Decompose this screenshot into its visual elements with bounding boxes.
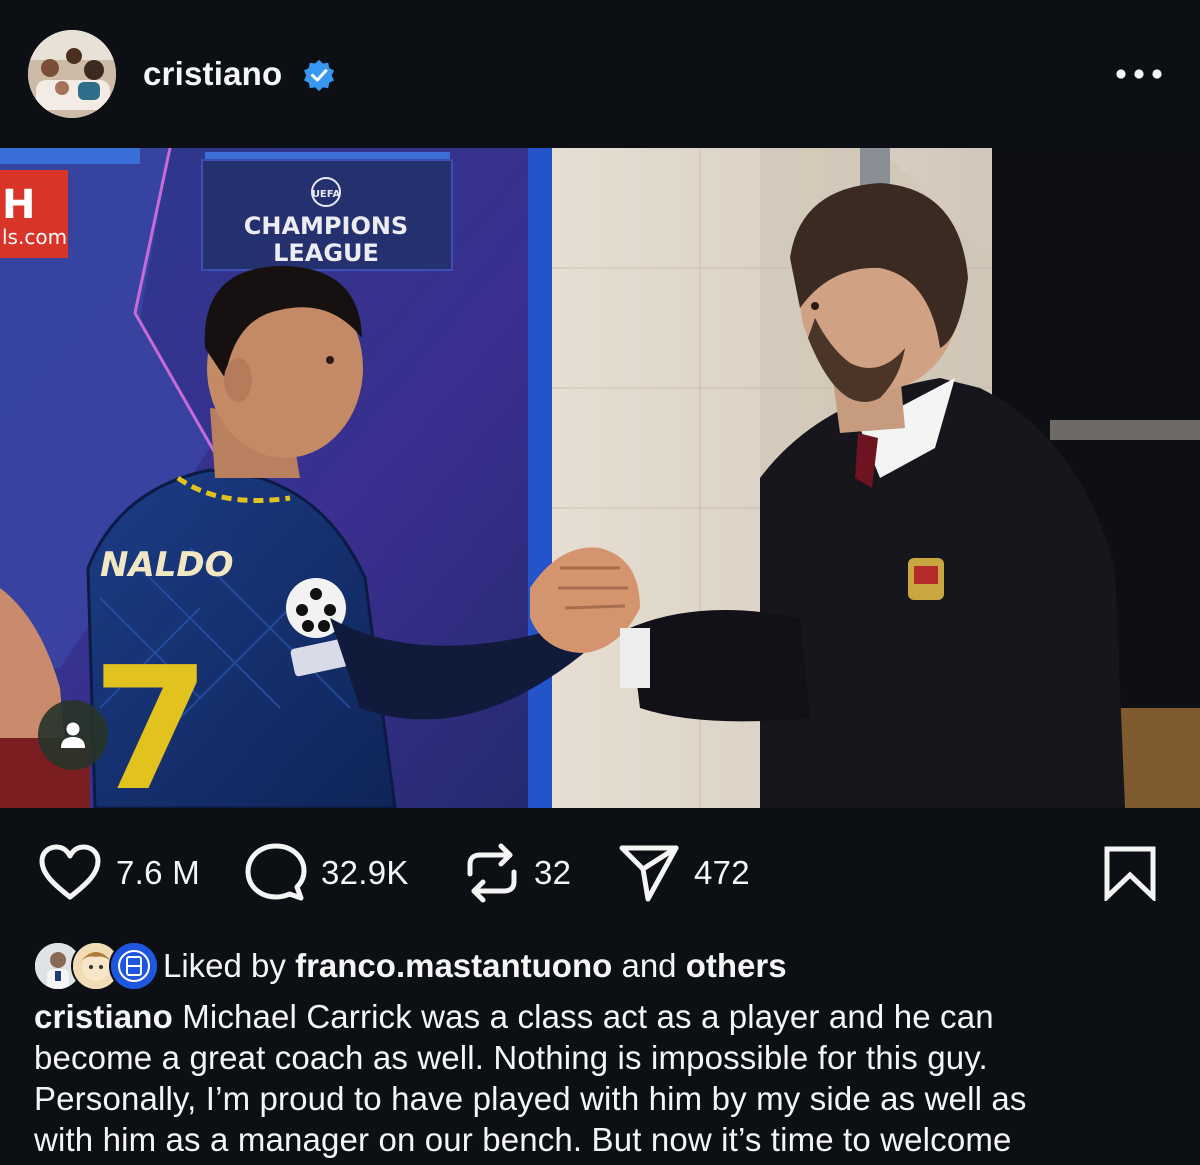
verified-badge-icon (304, 59, 334, 92)
league-text: LEAGUE (273, 239, 379, 267)
caption-text-1: Michael Carrick was a class act as a pla… (182, 998, 994, 1035)
action-bar: 7.6 M 32.9K 32 472 (0, 808, 1200, 938)
sponsor-letter: H (2, 182, 35, 228)
user-tag-icon (61, 722, 85, 748)
more-options-icon[interactable] (1112, 62, 1166, 86)
post-photo[interactable]: H ls.com UEFA CHAMPIONS LEAGUE NALDO 7 (0, 148, 1200, 808)
tag-people-button[interactable] (38, 700, 108, 770)
liked-by-prefix: Liked by (163, 947, 286, 984)
share-button[interactable]: 472 (618, 838, 750, 908)
liked-by-user[interactable]: franco.mastantuono (295, 947, 612, 984)
comment-icon (245, 843, 307, 901)
like-button[interactable]: 7.6 M (38, 838, 200, 908)
repost-button[interactable]: 32 (464, 838, 571, 908)
bookmark-icon[interactable] (1103, 845, 1157, 901)
heart-icon (39, 844, 101, 900)
caption-line-2: become a great coach as well. Nothing is… (34, 1039, 988, 1076)
send-icon (619, 845, 679, 902)
comments-count[interactable]: 32.9K (321, 854, 409, 892)
caption-line-3: Personally, I’m proud to have played wit… (34, 1080, 1027, 1117)
sponsor-text: ls.com (2, 225, 67, 249)
liked-by-text: Liked by franco.mastantuono and others (163, 947, 787, 985)
caption-line-1: cristiano Michael Carrick was a class ac… (34, 996, 1164, 1037)
jersey-number: 7 (92, 631, 210, 808)
liker-avatars (33, 941, 159, 991)
profile-avatar[interactable] (28, 30, 116, 118)
likes-count[interactable]: 7.6 M (116, 854, 200, 892)
liker-avatar (109, 941, 159, 991)
uefa-text: UEFA (312, 189, 341, 200)
post-caption: cristiano Michael Carrick was a class ac… (34, 996, 1164, 1160)
post-username[interactable]: cristiano (143, 52, 282, 96)
reposts-count[interactable]: 32 (534, 854, 571, 892)
jersey-name: NALDO (100, 545, 234, 585)
handshake-photo: H ls.com UEFA CHAMPIONS LEAGUE NALDO 7 (0, 148, 1200, 808)
caption-username[interactable]: cristiano (34, 998, 173, 1035)
post-header: cristiano (0, 0, 1200, 148)
liked-by-others[interactable]: others (686, 947, 787, 984)
shares-count[interactable]: 472 (694, 854, 750, 892)
caption-line-4: with him as a manager on our bench. But … (34, 1121, 1012, 1158)
comment-button[interactable]: 32.9K (245, 838, 409, 908)
liked-by-row[interactable]: Liked by franco.mastantuono and others (33, 940, 787, 992)
liked-by-and: and (621, 947, 677, 984)
champions-text: CHAMPIONS (244, 212, 408, 240)
repost-icon (467, 843, 517, 903)
